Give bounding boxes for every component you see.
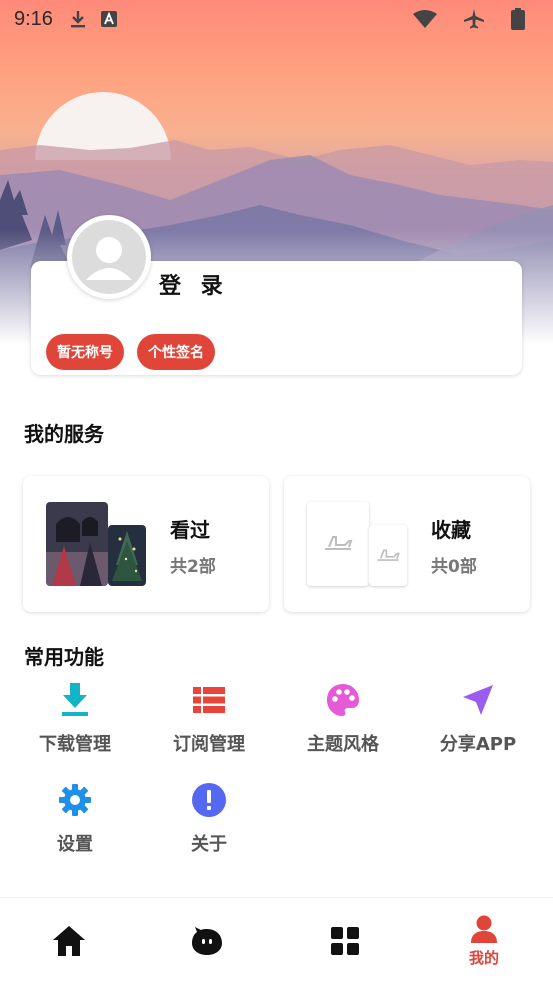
favorite-placeholder-1 xyxy=(307,502,369,586)
download-icon xyxy=(62,683,88,716)
theme-style-label: 主题风格 xyxy=(307,734,379,755)
status-time: 9:16 xyxy=(14,7,53,30)
title-badge[interactable]: 暂无称号 xyxy=(46,334,124,370)
about-label: 关于 xyxy=(191,834,227,855)
default-avatar-icon xyxy=(72,220,146,294)
history-label: 看过 xyxy=(170,518,210,542)
favorites-card[interactable]: 收藏 共0部 xyxy=(284,476,530,612)
functions-section-title: 常用功能 xyxy=(24,645,104,669)
placeholder-plane-icon xyxy=(377,548,400,561)
history-card[interactable]: 看过 共2部 xyxy=(23,476,269,612)
user-icon xyxy=(471,915,497,943)
download-icon xyxy=(69,9,87,29)
nav-categories[interactable] xyxy=(276,898,414,983)
palette-icon xyxy=(327,684,359,716)
share-app-button[interactable]: 分享APP xyxy=(423,680,533,756)
grid-icon xyxy=(331,927,359,955)
nav-profile[interactable]: 我的 xyxy=(415,898,553,983)
nav-profile-label: 我的 xyxy=(468,948,499,967)
list-icon xyxy=(193,687,225,713)
info-icon xyxy=(192,783,226,817)
wifi-icon xyxy=(413,10,437,28)
favorites-label: 收藏 xyxy=(431,518,471,542)
send-icon xyxy=(463,685,493,715)
app-a-icon xyxy=(100,11,117,27)
nav-home[interactable] xyxy=(0,898,138,983)
subscription-manager-label: 订阅管理 xyxy=(173,734,245,755)
subscription-manager-button[interactable]: 订阅管理 xyxy=(154,680,264,756)
history-poster-1 xyxy=(46,502,108,586)
history-count: 共2部 xyxy=(170,557,216,577)
download-manager-label: 下载管理 xyxy=(39,734,111,755)
services-section-title: 我的服务 xyxy=(24,422,104,446)
about-button[interactable]: 关于 xyxy=(154,780,264,856)
battery-icon xyxy=(511,8,525,30)
favorites-count: 共0部 xyxy=(431,557,477,577)
nav-discover[interactable] xyxy=(138,898,276,983)
gear-icon xyxy=(59,784,91,816)
signature-badge[interactable]: 个性签名 xyxy=(137,334,215,370)
airplane-icon xyxy=(463,8,485,30)
share-app-label: 分享APP xyxy=(439,734,517,755)
home-icon xyxy=(53,926,85,956)
avatar[interactable] xyxy=(67,215,151,299)
theme-style-button[interactable]: 主题风格 xyxy=(288,680,398,756)
mascot-icon xyxy=(192,927,222,955)
history-poster-2 xyxy=(108,525,146,586)
placeholder-plane-icon xyxy=(325,536,353,550)
settings-label: 设置 xyxy=(57,834,93,855)
status-bar: 9:16 xyxy=(0,0,553,38)
bottom-navigation: 我的 xyxy=(0,897,553,983)
settings-button[interactable]: 设置 xyxy=(20,780,130,856)
download-manager-button[interactable]: 下载管理 xyxy=(20,680,130,756)
favorite-placeholder-2 xyxy=(369,525,407,586)
login-button[interactable]: 登 录 xyxy=(159,268,229,300)
